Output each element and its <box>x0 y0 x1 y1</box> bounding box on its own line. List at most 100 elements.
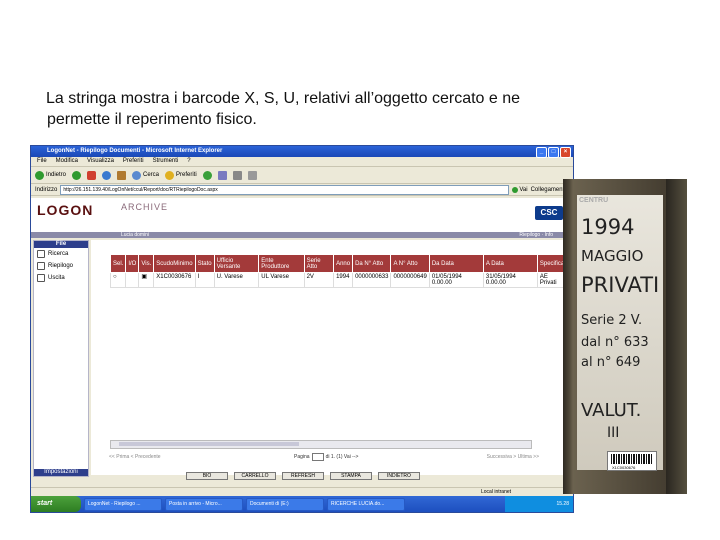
col-a-atto[interactable]: A N° Atto <box>390 254 430 273</box>
nav-item-riepilogo[interactable]: Riepilogo <box>34 260 88 272</box>
pager-prev-links[interactable]: << Prima < Precedente <box>109 454 161 460</box>
caption-line-1: La stringa mostra i barcode X, S, U, rel… <box>46 90 521 107</box>
col-ufficio[interactable]: Ufficio Versante <box>213 254 260 273</box>
nav-settings[interactable]: Impostazioni <box>34 469 88 476</box>
menu-favorites[interactable]: Preferiti <box>123 157 144 166</box>
window-titlebar: LogonNet - Riepilogo Documenti - Microso… <box>31 146 573 158</box>
col-serie[interactable]: Serie Atto <box>303 254 335 273</box>
edit-icon[interactable] <box>247 170 257 180</box>
label-year: 1994 <box>581 215 635 239</box>
start-button[interactable]: start <box>31 496 81 512</box>
forward-arrow-icon[interactable] <box>72 170 82 180</box>
col-scudo[interactable]: ScudoMinimo <box>153 254 196 273</box>
caption: La stringa mostra i barcode X, S, U, rel… <box>46 88 646 130</box>
label-month: MAGGIO <box>581 247 644 265</box>
label-type: PRIVATI <box>581 273 660 297</box>
taskbar-item[interactable]: Posta in arrivo - Micro... <box>165 497 243 511</box>
cell-select-radio[interactable]: ○ <box>109 272 127 288</box>
minimize-icon[interactable]: _ <box>536 147 547 158</box>
cell-io <box>125 272 140 288</box>
taskbar: start LogonNet - Riepilogo ... Posta in … <box>31 496 573 512</box>
cart-icon <box>37 262 45 270</box>
favorites-label: Preferiti <box>176 172 197 178</box>
col-sel[interactable]: Sel. <box>109 254 127 273</box>
stop-icon[interactable] <box>87 170 97 180</box>
taskbar-item[interactable]: RICERCHE LUCIA.do... <box>327 497 405 511</box>
taskbar-item[interactable]: Documenti di (E:) <box>246 497 324 511</box>
scrollbar-thumb[interactable] <box>119 442 299 446</box>
bio-button[interactable]: BIO <box>186 472 228 480</box>
left-navigation: File Ricerca Riepilogo Uscita Impostazio… <box>33 240 89 477</box>
cell-a-atto: 0000000649 <box>390 272 430 288</box>
cell-view-icon[interactable]: ▣ <box>138 272 155 288</box>
address-bar: Indirizzo http://26.151.139.40/LogOnNet/… <box>31 184 573 196</box>
menu-tools[interactable]: Strumenti <box>153 157 179 166</box>
maximize-icon[interactable]: □ <box>548 147 559 158</box>
brand-badge: CSC <box>535 206 563 220</box>
indietro-button[interactable]: INDIETRO <box>378 472 420 480</box>
pager-next-links[interactable]: Successiva > Ultima >> <box>487 454 539 460</box>
address-input[interactable]: http://26.151.139.40/LogOnNet/ccul/Repor… <box>60 184 510 195</box>
refresh-button[interactable]: REFRESH <box>282 472 324 480</box>
user-label: Lucia domini <box>121 232 150 238</box>
carrello-button[interactable]: CARRELLO <box>234 472 276 480</box>
address-label: Indirizzo <box>35 186 58 193</box>
star-icon <box>165 170 175 180</box>
col-da-data[interactable]: Da Data <box>428 254 484 273</box>
page-of-go[interactable]: di 1. (1) Vai --> <box>326 454 359 460</box>
cell-ente: UL Varese <box>258 272 305 288</box>
col-stato[interactable]: Stato <box>194 254 215 273</box>
magnifier-icon <box>37 250 45 258</box>
results-table: Sel. I/O Vis. ScudoMinimo Stato Ufficio … <box>109 254 570 288</box>
search-icon <box>132 170 142 180</box>
col-a-data[interactable]: A Data <box>482 254 538 273</box>
menu-help[interactable]: ? <box>187 157 190 166</box>
box-edge <box>666 179 687 494</box>
home-icon[interactable] <box>117 170 127 180</box>
subbar-links[interactable]: Riepilogo · Info <box>519 232 553 238</box>
col-io[interactable]: I/O <box>125 254 140 273</box>
browser-toolbar: Indietro Cerca Preferiti <box>31 167 573 184</box>
cell-serie: 2V <box>303 272 335 288</box>
action-buttons: BIO CARRELLO REFRESH STAMPA INDIETRO <box>186 472 420 480</box>
cell-anno: 1994 <box>333 272 354 288</box>
menu-bar: File Modifica Visualizza Preferiti Strum… <box>31 157 573 167</box>
mail-icon[interactable] <box>217 170 227 180</box>
logo-subtitle: ARCHIVE <box>121 202 169 212</box>
col-da-atto[interactable]: Da N° Atto <box>352 254 392 273</box>
go-button[interactable]: Vai <box>512 186 528 193</box>
window-title: LogonNet - Riepilogo Documenti - Microso… <box>47 148 223 154</box>
nav-item-uscita[interactable]: Uscita <box>34 272 88 284</box>
status-bar: Local intranet <box>31 487 573 496</box>
menu-file[interactable]: File <box>37 157 47 166</box>
page-input[interactable] <box>311 453 324 461</box>
label-to: al n° 649 <box>581 355 641 370</box>
label-serie: Serie 2 V. <box>581 313 643 328</box>
taskbar-item[interactable]: LogonNet - Riepilogo ... <box>84 497 162 511</box>
history-icon[interactable] <box>202 170 212 180</box>
exit-icon <box>37 274 45 282</box>
nav-item-label: Uscita <box>48 275 65 281</box>
nav-item-ricerca[interactable]: Ricerca <box>34 248 88 260</box>
col-ente[interactable]: Ente Produttore <box>258 254 305 273</box>
pager: << Prima < Precedente Pagina di 1. (1) V… <box>109 452 539 462</box>
cell-ufficio: U. Varese <box>213 272 260 288</box>
menu-edit[interactable]: Modifica <box>56 157 78 166</box>
label-from: dal n° 633 <box>581 335 649 350</box>
stampa-button[interactable]: STAMPA <box>330 472 372 480</box>
menu-view[interactable]: Visualizza <box>87 157 114 166</box>
favorites-button[interactable]: Preferiti <box>165 170 197 180</box>
horizontal-scrollbar[interactable] <box>110 440 532 449</box>
search-button[interactable]: Cerca <box>132 170 159 180</box>
cell-barcode: X1C0030676 <box>153 272 196 288</box>
nav-item-label: Ricerca <box>48 251 69 257</box>
links-label[interactable]: Collegamenti <box>531 187 566 193</box>
col-anno[interactable]: Anno <box>333 254 354 273</box>
barcode-number: X1C0030676 <box>612 465 636 470</box>
table-row[interactable]: ○ ▣ X1C0030676 I U. Varese UL Varese 2V … <box>109 272 570 288</box>
col-vis[interactable]: Vis. <box>138 254 155 273</box>
print-icon[interactable] <box>232 170 242 180</box>
refresh-icon[interactable] <box>102 170 112 180</box>
close-icon[interactable]: × <box>560 147 571 158</box>
back-button[interactable]: Indietro <box>35 170 66 180</box>
